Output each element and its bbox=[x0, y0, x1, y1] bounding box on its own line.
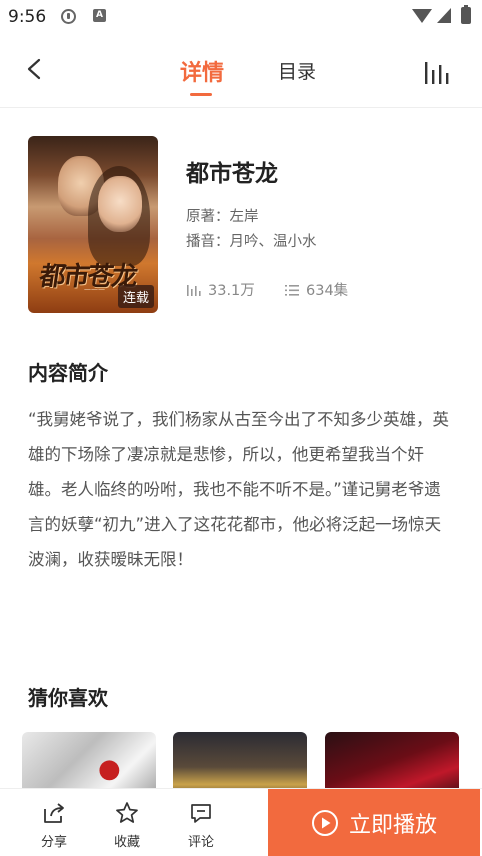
play-count-icon bbox=[187, 284, 201, 296]
music-icon bbox=[61, 9, 76, 24]
intro-heading: 内容简介 bbox=[28, 361, 108, 385]
comment-button[interactable]: 评论 bbox=[171, 789, 231, 856]
book-narrator: 播音：月吟、温小水 bbox=[186, 234, 317, 250]
app-a-icon: A bbox=[93, 9, 106, 22]
active-tab-indicator bbox=[190, 93, 212, 96]
tab-details[interactable]: 详情 bbox=[180, 55, 224, 87]
episode-count-value: 634集 bbox=[306, 283, 349, 299]
battery-icon bbox=[461, 5, 471, 24]
star-icon bbox=[116, 802, 138, 823]
status-bar: 9:56 A bbox=[0, 0, 482, 34]
tab-catalog[interactable]: 目录 bbox=[278, 57, 316, 84]
book-title: 都市苍龙 bbox=[186, 161, 278, 187]
play-count: 33.1万 bbox=[186, 279, 255, 300]
status-badge: 连载 bbox=[117, 285, 154, 308]
top-nav: 详情 目录 bbox=[0, 34, 482, 108]
recommend-cover-art: ● bbox=[98, 754, 121, 784]
comment-label: 评论 bbox=[187, 835, 214, 850]
share-icon bbox=[44, 803, 64, 823]
signal-icon bbox=[437, 8, 451, 23]
play-count-value: 33.1万 bbox=[208, 283, 255, 299]
cover-figure-woman bbox=[98, 176, 142, 232]
episode-count: 634集 bbox=[284, 279, 348, 300]
play-now-label: 立即播放 bbox=[348, 813, 437, 838]
favorite-button[interactable]: 收藏 bbox=[97, 789, 157, 856]
share-label: 分享 bbox=[40, 835, 67, 850]
status-time: 9:56 bbox=[8, 7, 47, 27]
book-author: 原著：左岸 bbox=[186, 209, 259, 225]
comment-icon bbox=[191, 804, 211, 823]
now-playing-icon[interactable] bbox=[423, 60, 453, 86]
share-button[interactable]: 分享 bbox=[24, 789, 84, 856]
favorite-label: 收藏 bbox=[113, 835, 140, 850]
play-now-button[interactable]: 立即播放 bbox=[268, 789, 480, 856]
cover-subtitle-art: ——— bbox=[84, 285, 105, 293]
book-cover[interactable]: 都市苍龙 ——— 连载 bbox=[28, 136, 158, 313]
intro-text: “我舅姥爷说了，我们杨家从古至今出了不知多少英雄，英雄的下场除了凄凉就是悲惨，所… bbox=[28, 410, 450, 569]
back-arrow-icon[interactable] bbox=[24, 58, 46, 80]
wifi-icon bbox=[412, 9, 432, 23]
bottom-action-bar: 分享 收藏 评论 立即播放 bbox=[0, 788, 482, 856]
play-circle-icon bbox=[311, 810, 338, 836]
recommend-heading: 猜你喜欢 bbox=[28, 686, 108, 710]
list-icon bbox=[285, 284, 299, 296]
